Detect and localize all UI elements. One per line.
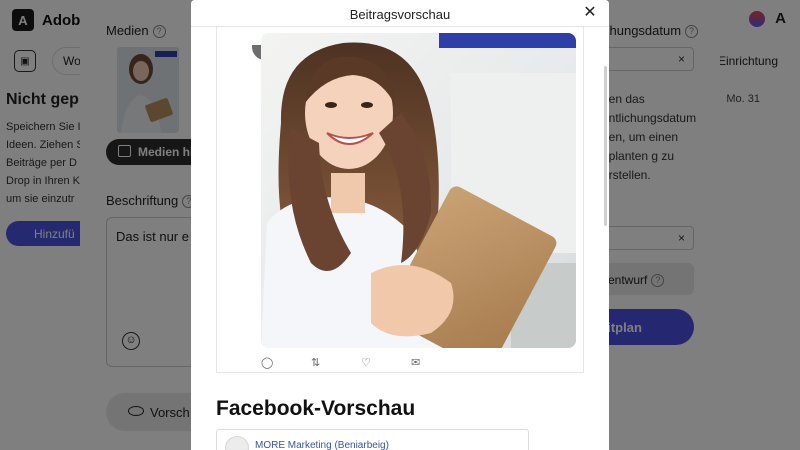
retweet-icon[interactable]: ⇅: [311, 357, 320, 369]
modal-header: Beitragsvorschau ✕: [191, 0, 609, 27]
post-image: [261, 33, 576, 348]
twitter-action-bar: ◯ ⇅ ♡ ✉: [261, 357, 421, 369]
mail-icon[interactable]: ✉: [411, 357, 420, 369]
scrollbar[interactable]: [604, 66, 607, 226]
modal-title: Beitragsvorschau: [349, 7, 451, 22]
facebook-preview-card: MORE Marketing (Beniarbeig): [216, 429, 529, 450]
reply-icon[interactable]: ◯: [261, 357, 273, 369]
facebook-page-name[interactable]: MORE Marketing (Beniarbeig): [255, 440, 389, 450]
post-preview-modal: ◯ ⇅ ♡ ✉ Facebook-Vorschau MORE Marketing…: [191, 0, 609, 450]
heart-icon[interactable]: ♡: [361, 357, 371, 369]
woman-with-tablet-image: [261, 33, 576, 348]
facebook-preview-title: Facebook-Vorschau: [216, 397, 416, 420]
close-icon[interactable]: ✕: [581, 4, 599, 22]
facebook-avatar: [225, 436, 249, 450]
